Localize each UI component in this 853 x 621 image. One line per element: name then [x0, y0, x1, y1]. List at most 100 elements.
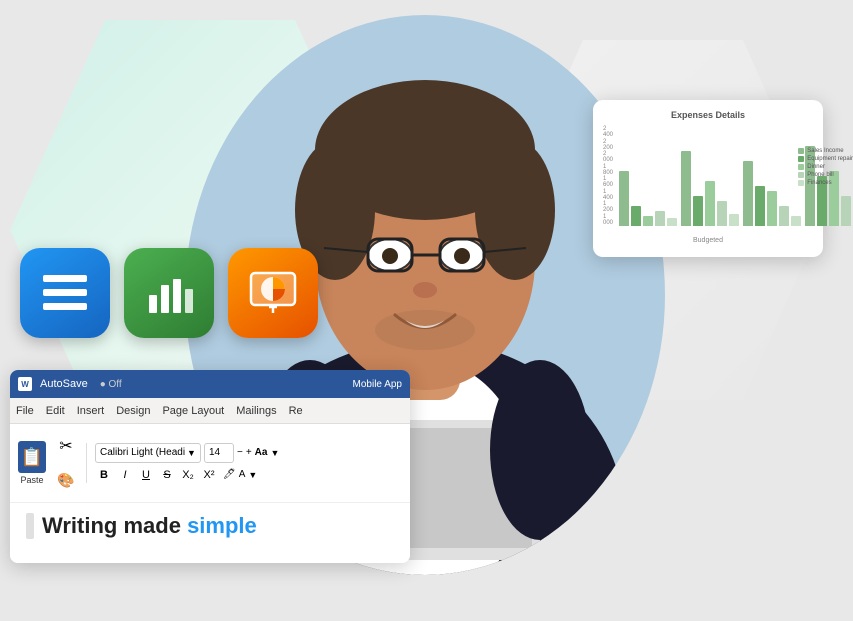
word-toolbar: W AutoSave ● Off Mobile App File Edit In…: [10, 370, 410, 563]
y-label-6: 1 400: [603, 189, 613, 201]
app-icons-row: [20, 248, 318, 338]
bar-3-5: [791, 216, 801, 226]
y-label-1: 2 400: [603, 126, 613, 138]
y-label-3: 2 000: [603, 151, 613, 163]
chart-title: Expenses Details: [603, 110, 813, 120]
legend-dot-4: [798, 172, 804, 178]
y-label-8: 1 000: [603, 214, 613, 226]
toolbar-title-bar: W AutoSave ● Off Mobile App: [10, 370, 410, 398]
menu-file[interactable]: File: [16, 405, 34, 417]
font-color-arrow[interactable]: ▼: [248, 470, 257, 480]
decrease-font[interactable]: −: [237, 447, 243, 458]
scissors-icon[interactable]: 🎨: [54, 464, 78, 496]
format-row: B I U S X₂ X² 🖊 A ▼: [95, 466, 279, 484]
legend-dot-2: [798, 156, 804, 162]
superscript-button[interactable]: X²: [200, 466, 218, 484]
menu-mailings[interactable]: Mailings: [236, 405, 276, 417]
writing-text-container: Writing made simple: [42, 513, 257, 539]
menu-review[interactable]: Re: [289, 405, 303, 417]
chart-body: 2 400 2 200 2 000 1 800 1 600 1 400 1 20…: [603, 126, 813, 226]
bar-2-1: [681, 151, 691, 226]
bar-3-2: [755, 186, 765, 226]
change-case[interactable]: Aa: [255, 447, 268, 458]
excel-icon-svg: [141, 265, 197, 321]
font-color-btn[interactable]: A: [239, 469, 246, 480]
font-size-selector[interactable]: 14: [204, 443, 234, 463]
paste-icon[interactable]: 📋: [18, 441, 46, 473]
paste-group: 📋 Paste: [18, 441, 46, 485]
left-margin: [26, 513, 34, 539]
legend-label-1: Sales Income: [807, 148, 843, 154]
ribbon-divider: [86, 443, 87, 483]
toolbar-menu-bar: File Edit Insert Design Page Layout Mail…: [10, 398, 410, 424]
menu-design[interactable]: Design: [116, 405, 150, 417]
autosave-status: ● Off: [100, 379, 122, 390]
word-title-icon: W: [18, 377, 32, 391]
legend-item-2: Equipment repair: [798, 156, 853, 162]
y-label-5: 1 600: [603, 176, 613, 188]
doc-with-margin: Writing made simple: [26, 513, 394, 539]
bar-1-3: [643, 216, 653, 226]
strikethrough-button[interactable]: S: [158, 466, 176, 484]
font-row-1: Calibri Light (Headi ▼ 14 − + Aa ▼: [95, 443, 279, 463]
writing-text-normal: Writing made: [42, 513, 187, 538]
expenses-chart: Expenses Details 2 400 2 200 2 000 1 800…: [593, 100, 823, 257]
bar-3-1: [743, 161, 753, 226]
chart-bars-area: Sales Income Equipment repair Dinner Pho…: [615, 126, 853, 226]
format-painter-icon[interactable]: ✂: [54, 430, 78, 462]
bar-1-2: [631, 206, 641, 226]
powerpoint-app-icon[interactable]: [228, 248, 318, 338]
font-name-selector[interactable]: Calibri Light (Headi ▼: [95, 443, 201, 463]
legend-label-5: Finances: [807, 180, 831, 186]
increase-font[interactable]: +: [246, 447, 252, 458]
chart-legend: Sales Income Equipment repair Dinner Pho…: [798, 148, 853, 186]
format-painter-group: ✂ 🎨: [54, 430, 78, 496]
legend-item-5: Finances: [798, 180, 853, 186]
bar-1-4: [655, 211, 665, 226]
underline-button[interactable]: U: [137, 466, 155, 484]
y-label-4: 1 800: [603, 164, 613, 176]
bar-2-3: [705, 181, 715, 226]
legend-item-3: Dinner: [798, 164, 853, 170]
italic-button[interactable]: I: [116, 466, 134, 484]
y-label-7: 1 200: [603, 201, 613, 213]
document-content-area[interactable]: Writing made simple: [10, 503, 410, 563]
legend-label-2: Equipment repair: [807, 156, 853, 162]
word-app-icon[interactable]: [20, 248, 110, 338]
mobile-app-label: Mobile App: [353, 379, 402, 390]
bar-1-5: [667, 218, 677, 226]
powerpoint-icon-svg: [245, 265, 301, 321]
y-label-2: 2 200: [603, 139, 613, 151]
chart-group-3: [743, 161, 801, 226]
legend-dot-5: [798, 180, 804, 186]
font-controls: Calibri Light (Headi ▼ 14 − + Aa ▼ B I U…: [95, 443, 279, 484]
subscript-button[interactable]: X₂: [179, 466, 197, 484]
bar-2-5: [729, 214, 739, 226]
bar-3-4: [779, 206, 789, 226]
menu-insert[interactable]: Insert: [77, 405, 105, 417]
menu-edit[interactable]: Edit: [46, 405, 65, 417]
autosave-label: AutoSave: [40, 378, 88, 390]
paste-label: Paste: [20, 475, 43, 485]
font-options[interactable]: ▼: [270, 448, 279, 458]
legend-dot-1: [798, 148, 804, 154]
legend-item-4: Phone bill: [798, 172, 853, 178]
word-icon-svg: [37, 265, 93, 321]
chart-group-2: [681, 151, 739, 226]
chart-group-1: [619, 171, 677, 226]
writing-text-highlight: simple: [187, 513, 257, 538]
legend-item-1: Sales Income: [798, 148, 853, 154]
legend-label-3: Dinner: [807, 164, 825, 170]
toolbar-ribbon: 📋 Paste ✂ 🎨 Calibri Light (Headi ▼ 14 − …: [10, 424, 410, 503]
legend-label-4: Phone bill: [807, 172, 833, 178]
bar-4-4: [841, 196, 851, 226]
bar-2-2: [693, 196, 703, 226]
menu-page-layout[interactable]: Page Layout: [162, 405, 224, 417]
bold-button[interactable]: B: [95, 466, 113, 484]
legend-dot-3: [798, 164, 804, 170]
highlight-btn[interactable]: 🖊: [223, 469, 236, 480]
chart-x-label: Budgeted: [603, 229, 813, 247]
excel-app-icon[interactable]: [124, 248, 214, 338]
bar-3-3: [767, 191, 777, 226]
chart-y-axis: 2 400 2 200 2 000 1 800 1 600 1 400 1 20…: [603, 126, 613, 226]
